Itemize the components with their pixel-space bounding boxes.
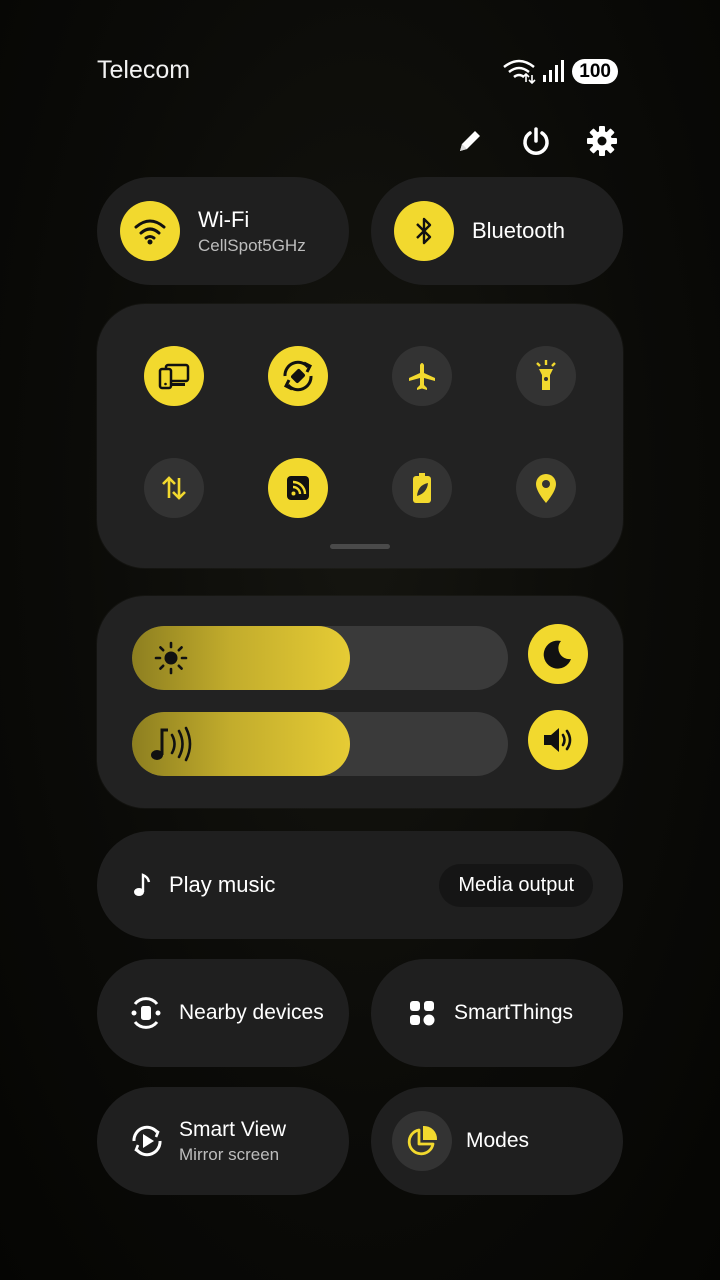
flashlight-toggle[interactable]: [516, 346, 576, 406]
nfc-icon: [287, 476, 309, 500]
location-icon: [536, 474, 556, 503]
bluetooth-icon: [416, 217, 432, 245]
power-saving-icon: [413, 473, 431, 503]
media-volume-slider[interactable]: [132, 712, 508, 776]
media-output-button[interactable]: Media output: [439, 863, 593, 907]
battery-indicator: 100: [572, 58, 618, 84]
nfc-toggle[interactable]: [268, 458, 328, 518]
speaker-icon: [544, 728, 572, 752]
smart-view-sublabel: Mirror screen: [179, 1144, 280, 1164]
media-tile[interactable]: Play music Media output: [97, 831, 623, 939]
moon-icon: [543, 640, 571, 669]
nearby-devices-label: Nearby devices: [179, 1001, 324, 1024]
mobile-data-toggle[interactable]: [144, 458, 204, 518]
smart-view-tile[interactable]: Smart View Mirror screen: [97, 1087, 349, 1195]
bluetooth-tile[interactable]: Bluetooth: [371, 177, 623, 285]
wifi-network-name: CellSpot5GHz: [198, 235, 306, 255]
modes-icon-circle: [392, 1111, 452, 1171]
modes-tile[interactable]: Modes: [371, 1087, 623, 1195]
wifi-icon: [134, 219, 166, 245]
smart-view-label: Smart View: [179, 1117, 286, 1141]
location-toggle[interactable]: [516, 458, 576, 518]
brightness-icon: [154, 641, 188, 675]
smartthings-label: SmartThings: [454, 1001, 574, 1024]
sound-mode-toggle[interactable]: [528, 710, 588, 770]
play-music-label: Play music: [169, 872, 276, 897]
power-saving-toggle[interactable]: [392, 458, 452, 518]
music-note-icon: [134, 873, 151, 896]
auto-rotate-icon: [283, 360, 313, 392]
dark-mode-toggle[interactable]: [528, 624, 588, 684]
screen-share-toggle[interactable]: [144, 346, 204, 406]
airplane-mode-toggle[interactable]: [392, 346, 452, 406]
settings-icon[interactable]: [585, 124, 619, 158]
wifi-tile[interactable]: Wi-Fi CellSpot5GHz: [97, 177, 349, 285]
status-icons: 100: [502, 58, 618, 84]
power-icon[interactable]: [519, 124, 553, 158]
wifi-toggle[interactable]: [120, 201, 180, 261]
nearby-devices-icon: [131, 997, 161, 1029]
wifi-label: Wi-Fi: [198, 206, 250, 232]
wifi-icon: [503, 59, 536, 84]
nearby-devices-tile[interactable]: Nearby devices: [97, 959, 349, 1067]
carrier-label: Telecom: [97, 56, 191, 84]
music-volume-icon: [151, 726, 192, 762]
signal-icon: [543, 60, 565, 82]
smart-view-icon: [132, 1125, 162, 1157]
mobile-data-icon: [162, 476, 186, 500]
modes-icon: [407, 1125, 438, 1156]
auto-rotate-toggle[interactable]: [268, 346, 328, 406]
quick-toggles-panel: [97, 304, 623, 568]
screen-share-icon: [158, 363, 190, 390]
smartthings-icon: [410, 1001, 435, 1026]
edit-icon[interactable]: [453, 124, 487, 158]
panel-expand-handle[interactable]: [330, 544, 390, 549]
airplane-icon: [409, 363, 435, 390]
flashlight-icon: [536, 360, 556, 390]
modes-label: Modes: [466, 1129, 530, 1152]
bluetooth-label: Bluetooth: [472, 218, 565, 243]
bluetooth-toggle[interactable]: [394, 201, 454, 261]
brightness-slider[interactable]: [132, 626, 508, 690]
smartthings-tile[interactable]: SmartThings: [371, 959, 623, 1067]
